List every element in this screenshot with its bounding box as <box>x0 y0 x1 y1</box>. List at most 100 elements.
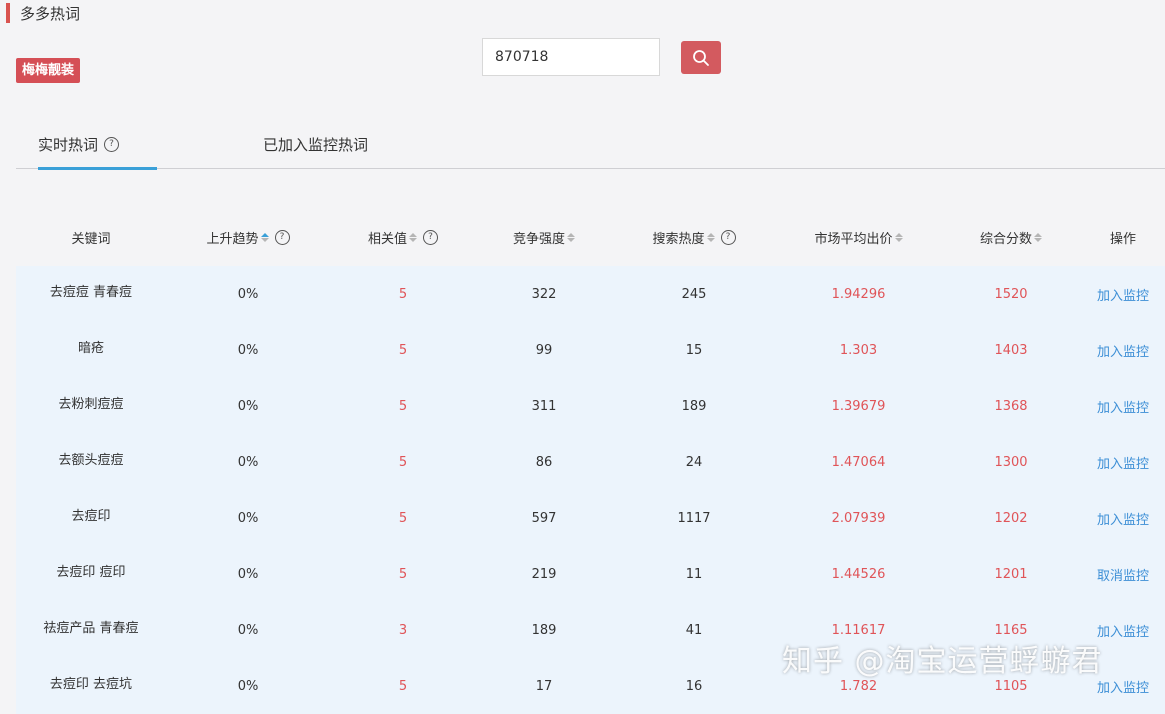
header-score[interactable]: 综合分数 <box>941 228 1081 247</box>
table-row: 去额头痘痘 0% 5 86 24 1.47064 1300 加入监控 <box>16 434 1165 490</box>
sort-icon[interactable] <box>409 232 417 242</box>
cell-trend: 0% <box>237 622 259 638</box>
cell-avg-bid: 2.07939 <box>831 510 886 526</box>
page-title-text: 多多热词 <box>20 4 81 23</box>
help-icon[interactable]: ? <box>104 137 120 152</box>
page-title: 多多热词 <box>0 2 80 24</box>
header-label: 市场平均出价 <box>814 231 893 247</box>
cell-trend: 0% <box>237 566 259 582</box>
cell-score: 1520 <box>994 286 1028 302</box>
cell-relevance: 5 <box>398 454 408 470</box>
cell-search-heat: 24 <box>685 454 703 470</box>
cell-competition: 86 <box>535 454 553 470</box>
cell-avg-bid: 1.782 <box>839 678 878 694</box>
cell-competition: 597 <box>531 510 557 526</box>
cell-keyword: 去额头痘痘 <box>58 453 124 468</box>
header-competition[interactable]: 竞争强度 <box>476 228 612 247</box>
help-icon[interactable]: ? <box>423 229 438 245</box>
cell-score: 1105 <box>994 678 1028 694</box>
tab-realtime-hotwords[interactable]: 实时热词 ? <box>38 134 120 155</box>
help-icon[interactable]: ? <box>720 229 736 245</box>
cell-relevance: 5 <box>398 342 408 358</box>
sort-icon[interactable] <box>894 232 903 242</box>
header-keyword: 关键词 <box>16 228 166 247</box>
cell-competition: 322 <box>531 286 557 302</box>
tab-label: 实时热词 <box>38 136 99 154</box>
cell-score: 1300 <box>994 454 1028 470</box>
cell-trend: 0% <box>237 398 259 414</box>
cell-avg-bid: 1.47064 <box>831 454 886 470</box>
cell-search-heat: 189 <box>681 398 707 414</box>
title-accent-bar <box>6 3 10 23</box>
table-row: 去粉刺痘痘 0% 5 311 189 1.39679 1368 加入监控 <box>16 378 1165 434</box>
table-row: 去痘印 痘印 0% 5 219 11 1.44526 1201 取消监控 <box>16 546 1165 602</box>
header-search-heat[interactable]: 搜索热度 ? <box>612 228 776 247</box>
hotwords-table: 关键词 上升趋势 ? 相关值 ? 竞争强度 搜索热度 ? 市场平均出价 综合分数 <box>16 208 1165 714</box>
cell-avg-bid: 1.303 <box>839 342 878 358</box>
search-button[interactable] <box>681 41 721 74</box>
table-row: 暗疮 0% 5 99 15 1.303 1403 加入监控 <box>16 322 1165 378</box>
monitor-action-link[interactable]: 加入监控 <box>1081 453 1165 472</box>
cell-relevance: 5 <box>398 286 408 302</box>
cell-keyword: 去痘印 <box>71 509 111 524</box>
sort-icon[interactable] <box>1034 232 1042 242</box>
cell-keyword: 去痘印 去痘坑 <box>49 677 133 692</box>
monitor-action-link[interactable]: 取消监控 <box>1081 565 1165 584</box>
cell-score: 1201 <box>994 566 1028 582</box>
cell-trend: 0% <box>237 678 259 694</box>
cell-relevance: 5 <box>398 398 408 414</box>
tab-label: 已加入监控热词 <box>263 136 369 154</box>
header-label: 关键词 <box>71 231 111 247</box>
cell-search-heat: 15 <box>685 342 703 358</box>
cell-trend: 0% <box>237 342 259 358</box>
shop-badge[interactable]: 梅梅靓装 <box>16 58 81 83</box>
cell-avg-bid: 1.94296 <box>831 286 886 302</box>
header-avg-bid[interactable]: 市场平均出价 <box>776 228 941 247</box>
monitor-action-link[interactable]: 加入监控 <box>1081 285 1165 304</box>
cell-competition: 17 <box>535 678 553 694</box>
cell-trend: 0% <box>237 286 259 302</box>
table-row: 去痘印 0% 5 597 1117 2.07939 1202 加入监控 <box>16 490 1165 546</box>
help-icon[interactable]: ? <box>274 229 290 245</box>
cell-search-heat: 41 <box>685 622 703 638</box>
sort-icon[interactable] <box>567 232 575 242</box>
cell-keyword: 祛痘产品 青春痘 <box>43 621 139 636</box>
cell-search-heat: 11 <box>685 566 703 582</box>
header-trend[interactable]: 上升趋势 ? <box>166 228 330 247</box>
header-action: 操作 <box>1081 228 1165 247</box>
tab-monitored-hotwords[interactable]: 已加入监控热词 <box>263 134 368 155</box>
sort-icon[interactable] <box>706 232 715 242</box>
monitor-action-link[interactable]: 加入监控 <box>1081 397 1165 416</box>
active-tab-indicator <box>38 167 157 170</box>
cell-search-heat: 245 <box>681 286 707 302</box>
cell-keyword: 去痘痘 青春痘 <box>49 285 133 300</box>
search-icon <box>693 49 709 66</box>
cell-competition: 99 <box>535 342 553 358</box>
monitor-action-link[interactable]: 加入监控 <box>1081 509 1165 528</box>
cell-keyword: 暗疮 <box>77 341 104 356</box>
sort-icon[interactable] <box>260 232 269 242</box>
header-relevance[interactable]: 相关值 ? <box>330 228 476 247</box>
header-label: 操作 <box>1109 231 1136 247</box>
cell-competition: 189 <box>531 622 557 638</box>
cell-search-heat: 1117 <box>677 510 711 526</box>
watermark: 知乎 @淘宝运营蜉蝣君 <box>782 644 1103 679</box>
cell-score: 1403 <box>994 342 1028 358</box>
header-label: 上升趋势 <box>206 231 259 247</box>
cell-avg-bid: 1.39679 <box>831 398 886 414</box>
cell-relevance: 5 <box>398 510 408 526</box>
cell-relevance: 5 <box>398 566 408 582</box>
cell-avg-bid: 1.44526 <box>831 566 886 582</box>
cell-score: 1368 <box>994 398 1028 414</box>
cell-trend: 0% <box>237 510 259 526</box>
header-label: 竞争强度 <box>512 231 565 247</box>
monitor-action-link[interactable]: 加入监控 <box>1081 341 1165 360</box>
search-input[interactable] <box>482 38 660 76</box>
header-label: 相关值 <box>367 231 407 247</box>
cell-keyword: 去痘印 痘印 <box>56 565 126 580</box>
cell-relevance: 5 <box>398 678 408 694</box>
tabs: 实时热词 ? 已加入监控热词 <box>16 120 1165 170</box>
cell-competition: 311 <box>531 398 557 414</box>
cell-search-heat: 16 <box>685 678 703 694</box>
table-header: 关键词 上升趋势 ? 相关值 ? 竞争强度 搜索热度 ? 市场平均出价 综合分数 <box>16 208 1165 266</box>
